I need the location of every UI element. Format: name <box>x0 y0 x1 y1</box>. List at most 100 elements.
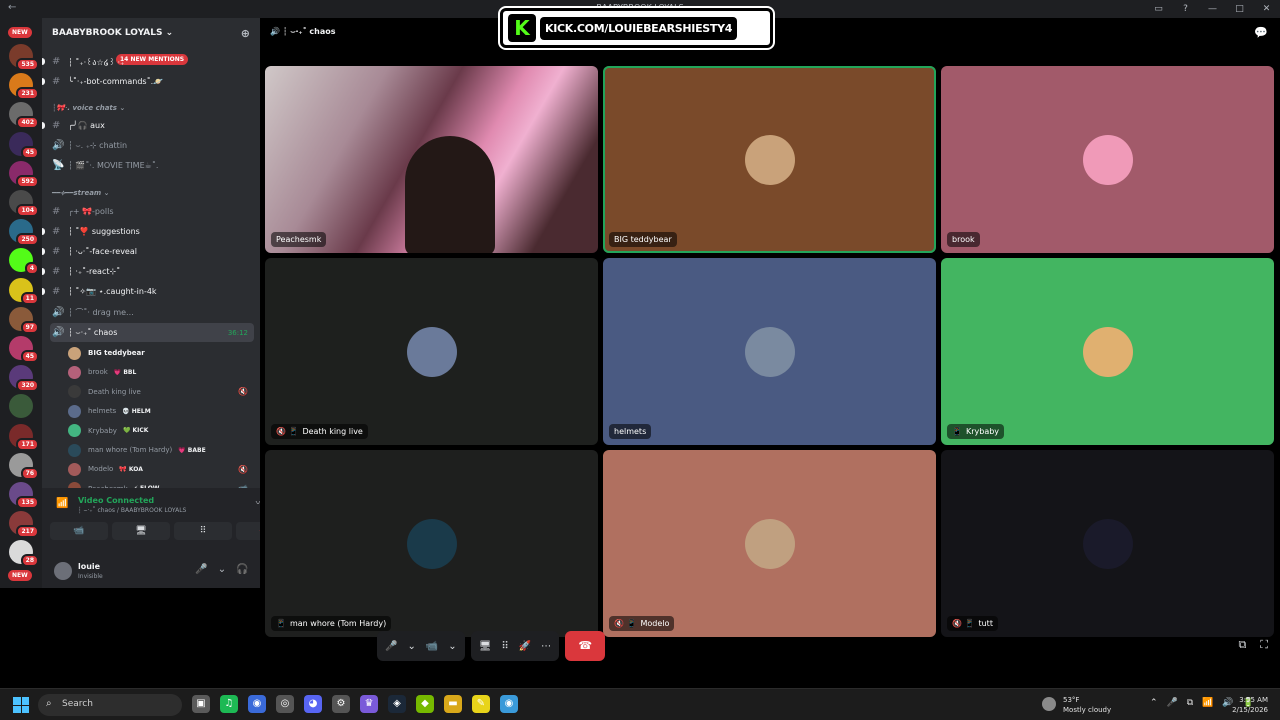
voice-user[interactable]: man whore (Tom Hardy) 💗 BABE <box>68 441 254 459</box>
server-icon[interactable]: 11 <box>9 277 39 305</box>
taskbar-app-icon[interactable]: ♫ <box>220 695 238 713</box>
taskbar-app-icon[interactable]: ✎ <box>472 695 490 713</box>
minimize-button[interactable]: — <box>1199 4 1226 14</box>
chevron-down-icon[interactable]: ⌄ <box>448 641 456 652</box>
server-icon[interactable] <box>9 394 33 419</box>
server-icon[interactable]: 4 <box>9 248 39 276</box>
activities-icon[interactable]: ⠿ <box>501 641 508 652</box>
channel-item[interactable]: # ╰˚‧₊-bot-commands˚.🪐 <box>42 72 254 91</box>
close-button[interactable]: ✕ <box>1253 4 1280 14</box>
soundboard-button[interactable]: 🚀 <box>236 522 260 540</box>
video-tile[interactable]: 📱 man whore (Tom Hardy) <box>265 450 598 637</box>
video-tile[interactable]: brook <box>941 66 1274 253</box>
hangup-button[interactable]: ☎ <box>565 631 606 661</box>
activities-button[interactable]: ⠿ <box>174 522 232 540</box>
taskbar-app-icon[interactable]: ◆ <box>416 695 434 713</box>
channel-item[interactable]: # ┆ ‧₊˚-react⊹˚ <box>42 262 254 281</box>
help-icon[interactable]: ? <box>1172 4 1199 14</box>
mic-icon[interactable]: 🎤 <box>385 641 397 652</box>
taskbar-app-icon[interactable]: ▣ <box>192 695 210 713</box>
channel-item[interactable]: 🔊 ┆ ⌒˚‧ drag me... <box>50 303 254 322</box>
guild-header[interactable]: BAABYBROOK LOYALS ⌄ ⊕ <box>42 18 260 48</box>
video-tile[interactable]: helmets <box>603 258 936 445</box>
windows-start-icon[interactable] <box>13 697 29 713</box>
server-icon[interactable]: 592 <box>9 160 39 188</box>
channel-item[interactable]: # ┆ ‧ᴗ‧˚-face-reveal <box>42 242 254 261</box>
server-icon[interactable]: 28 <box>9 540 39 568</box>
taskbar-app-icon[interactable]: ⚙ <box>332 695 350 713</box>
taskbar-app-icon[interactable]: ◉ <box>500 695 518 713</box>
new-unreads-pill[interactable]: NEW <box>8 27 32 38</box>
channel-item[interactable]: 🔊 ┆ ⌣‧₊˚ chaos 36:12 <box>50 323 254 342</box>
taskbar-app-icon[interactable]: ♛ <box>360 695 378 713</box>
signal-icon[interactable]: 📶 <box>56 498 68 509</box>
inbox-icon[interactable]: ▭ <box>1145 4 1172 14</box>
camera-toggle-button[interactable]: 📹 <box>50 522 108 540</box>
video-tile[interactable]: 📱 Krybaby <box>941 258 1274 445</box>
taskbar-app-icon[interactable]: ◎ <box>276 695 294 713</box>
taskbar-search[interactable]: ⌕ Search <box>38 694 182 716</box>
channel-item[interactable]: # ┆ ˚✧📷 ⋆.caught-in-4k <box>42 282 254 301</box>
channel-item[interactable]: # ╭╯🎧 aux <box>42 116 254 135</box>
tray-display-icon[interactable]: ⧉ <box>1187 698 1193 708</box>
server-icon[interactable]: 402 <box>9 102 39 130</box>
voice-user[interactable]: Modelo 🎀 KOA 🔇 <box>68 460 254 478</box>
voice-user[interactable]: helmets 💀 HELM <box>68 402 254 420</box>
voice-user[interactable]: brook 💗 BBL <box>68 363 254 381</box>
guild-name[interactable]: BAABYBROOK LOYALS ⌄ <box>52 28 173 38</box>
taskbar-app-icon[interactable]: ◈ <box>388 695 406 713</box>
popout-icon[interactable]: ⧉ <box>1238 638 1246 652</box>
channel-item[interactable]: # ┆ ˚₊‧꒰ა☆໒꒱ ‧₊ <box>42 52 254 71</box>
server-icon[interactable]: 217 <box>9 511 39 539</box>
taskbar-app-icon[interactable]: ◉ <box>248 695 266 713</box>
server-icon[interactable]: 76 <box>9 452 39 480</box>
taskbar-app-icon[interactable]: ▬ <box>444 695 462 713</box>
screen-share-icon[interactable]: 🖥 <box>479 641 492 652</box>
wifi-icon[interactable]: 📶 <box>1202 698 1213 708</box>
channel-item[interactable]: 📡 ┆ 🎬˚‧. MOVIE TIME☕˚. <box>50 156 254 175</box>
server-icon[interactable]: 250 <box>9 219 39 247</box>
tray-mic-icon[interactable]: 🎤 <box>1167 698 1178 708</box>
taskbar-clock[interactable]: 3:55 AM 2/15/2026 <box>1232 695 1268 715</box>
chevron-down-icon[interactable]: ⌄ <box>218 564 226 575</box>
channel-item[interactable]: 🔊 ┆ ⌣. ₊⊹ chattin <box>50 136 254 155</box>
channel-category[interactable]: ━━⟡━━stream ⌄ <box>52 189 110 198</box>
taskbar-app-icon[interactable]: ◕ <box>304 695 322 713</box>
voice-status[interactable]: Video Connected <box>78 496 154 505</box>
soundboard-icon[interactable]: 🚀 <box>519 641 531 652</box>
voice-user[interactable]: Krybaby 💚 KICK <box>68 422 254 440</box>
server-icon[interactable]: 104 <box>9 190 39 217</box>
weather-widget[interactable]: 53°F Mostly cloudy <box>1042 695 1111 715</box>
video-tile[interactable]: 🔇 📱 Modelo <box>603 450 936 637</box>
server-icon[interactable]: 171 <box>9 423 39 451</box>
voice-user[interactable]: Death king live 🔇 <box>68 383 254 401</box>
username[interactable]: louie <box>78 562 100 571</box>
channel-item[interactable]: # ╭+ 🎀-polls <box>50 202 254 221</box>
channel-category[interactable]: ┆🎀‧. voice chats ⌄ <box>52 104 125 112</box>
channel-item[interactable]: # ┆ ˚❣️ suggestions <box>42 222 254 241</box>
camera-icon[interactable]: 📹 <box>426 641 438 652</box>
chat-icon[interactable]: 💬 <box>1254 26 1268 39</box>
server-icon[interactable]: 320 <box>9 365 39 393</box>
new-unreads-pill[interactable]: NEW <box>8 570 32 581</box>
video-tile[interactable]: Peachesmk <box>265 66 598 253</box>
more-icon[interactable]: ⋯ <box>541 641 551 652</box>
server-icon[interactable]: 45 <box>9 336 39 363</box>
server-icon[interactable]: 135 <box>9 482 39 509</box>
server-icon[interactable]: 45 <box>9 131 39 159</box>
avatar[interactable] <box>54 562 72 580</box>
invite-icon[interactable]: ⊕ <box>241 27 250 40</box>
server-icon[interactable]: 535 <box>9 44 39 71</box>
chevron-down-icon[interactable]: ⌄ <box>407 641 415 652</box>
tray-chevron-icon[interactable]: ⌃ <box>1150 698 1158 708</box>
video-tile[interactable]: BIG teddybear <box>603 66 936 253</box>
screen-share-button[interactable]: 🖥 <box>112 522 170 540</box>
server-icon[interactable]: 231 <box>9 73 39 101</box>
server-icon[interactable]: 97 <box>9 306 39 334</box>
voice-location[interactable]: ┆ ⌣‧₊˚ chaos / BAABYBROOK LOYALS <box>78 507 186 515</box>
fullscreen-icon[interactable]: ⛶ <box>1260 638 1268 652</box>
voice-user[interactable]: BIG teddybear <box>68 344 254 362</box>
headphones-icon[interactable]: 🎧 <box>236 564 248 575</box>
video-tile[interactable]: 🔇 📱 tutt <box>941 450 1274 637</box>
mic-icon[interactable]: 🎤 <box>195 564 207 575</box>
